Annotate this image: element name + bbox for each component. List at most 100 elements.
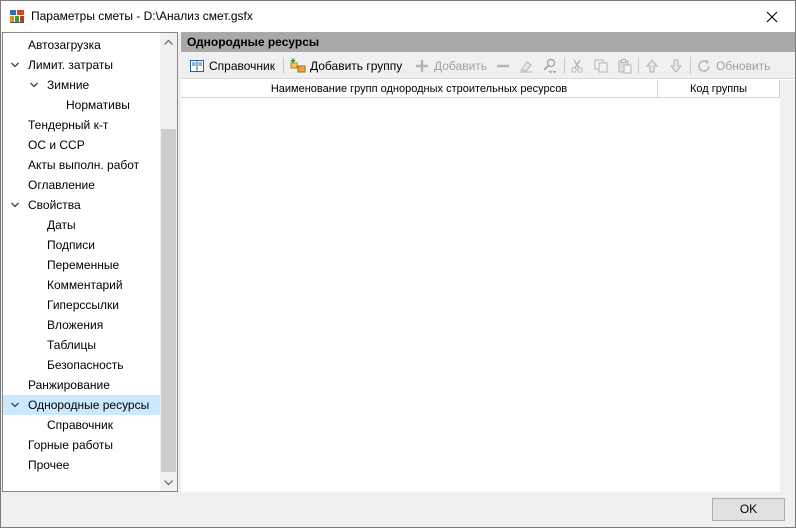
tree-item[interactable]: Горные работы xyxy=(3,435,160,455)
toolbar-separator xyxy=(564,57,565,74)
refresh-button-label: Обновить xyxy=(716,58,771,73)
tree-item-label: Прочее xyxy=(28,458,70,472)
tree-item-label: Акты выполн. работ xyxy=(28,158,140,172)
tree-item[interactable]: Безопасность xyxy=(3,355,160,375)
delete-button[interactable] xyxy=(495,55,511,76)
add-group-button-label: Добавить группу xyxy=(310,58,403,73)
grid-scrollbar[interactable] xyxy=(780,80,795,492)
tree-item[interactable]: ОС и ССР xyxy=(3,135,160,155)
chevron-down-icon[interactable] xyxy=(10,200,20,210)
chevron-down-icon[interactable] xyxy=(29,80,39,90)
close-button[interactable] xyxy=(749,1,795,32)
tree-item[interactable]: Таблицы xyxy=(3,335,160,355)
toolbar-separator xyxy=(283,57,284,74)
tree-item[interactable]: Подписи xyxy=(3,235,160,255)
resources-panel: Однородные ресурсы Справочник Добавить г… xyxy=(181,32,795,492)
move-up-button[interactable] xyxy=(644,55,660,76)
dialog-footer: OK xyxy=(1,492,795,527)
reference-button-label: Справочник xyxy=(209,58,275,73)
add-group-button[interactable]: Добавить группу xyxy=(290,55,402,76)
tree-item[interactable]: Даты xyxy=(3,215,160,235)
tree-item-label: ОС и ССР xyxy=(28,138,85,152)
tree-item[interactable]: Лимит. затраты xyxy=(3,55,160,75)
reference-button[interactable]: Справочник xyxy=(189,55,275,76)
scroll-thumb[interactable] xyxy=(161,129,176,472)
tree-item-label: Подписи xyxy=(47,238,95,252)
refresh-button[interactable]: Обновить xyxy=(696,55,770,76)
grid-header: Наименование групп однородных строительн… xyxy=(181,80,780,98)
copy-button[interactable] xyxy=(593,55,609,76)
tree-item[interactable]: Однородные ресурсы xyxy=(3,395,160,415)
tree-item-label: Безопасность xyxy=(47,358,124,372)
dialog-window: Параметры сметы - D:\Анализ смет.gsfx Ав… xyxy=(0,0,796,528)
tree-item-label: Вложения xyxy=(47,318,104,332)
cut-button[interactable] xyxy=(569,55,585,76)
tree-item-label: Даты xyxy=(47,218,76,232)
tree-item-label: Лимит. затраты xyxy=(28,58,113,72)
tree-item[interactable]: Гиперссылки xyxy=(3,295,160,315)
chevron-down-icon[interactable] xyxy=(10,400,20,410)
tree-item[interactable]: Нормативы xyxy=(3,95,160,115)
copy-icon xyxy=(594,59,608,72)
tree-item[interactable]: Свойства xyxy=(3,195,160,215)
chevron-up-icon xyxy=(164,39,173,45)
arrow-down-icon xyxy=(669,59,683,73)
tree-item-label: Комментарий xyxy=(47,278,123,292)
minus-icon xyxy=(497,64,509,67)
window-title: Параметры сметы - D:\Анализ смет.gsfx xyxy=(31,9,253,23)
tree-item[interactable]: Вложения xyxy=(3,315,160,335)
tree-item[interactable]: Оглавление xyxy=(3,175,160,195)
title-bar: Параметры сметы - D:\Анализ смет.gsfx xyxy=(1,1,795,32)
tree-item-label: Однородные ресурсы xyxy=(28,398,150,412)
column-header-code[interactable]: Код группы xyxy=(658,80,780,98)
settings-tree[interactable]: Автозагрузка Лимит. затраты Зимние Норматив… xyxy=(2,32,178,492)
panel-title: Однородные ресурсы xyxy=(181,32,795,52)
tree-item-label: Тендерный к-т xyxy=(28,118,109,132)
clear-button[interactable] xyxy=(518,55,534,76)
tree-item-label: Автозагрузка xyxy=(28,38,101,52)
grid-body[interactable] xyxy=(181,98,780,492)
tree-item[interactable]: Комментарий xyxy=(3,275,160,295)
find-replace-icon xyxy=(543,58,557,73)
toolbar: Справочник Добавить группу Добавить Обно… xyxy=(181,52,795,79)
tree-item-label: Свойства xyxy=(28,198,81,212)
refresh-icon xyxy=(698,59,710,72)
tree-item[interactable]: Ранжирование xyxy=(3,375,160,395)
tree-item[interactable]: Справочник xyxy=(3,415,160,435)
replace-button[interactable] xyxy=(542,55,558,76)
toolbar-separator xyxy=(690,57,691,74)
add-button[interactable]: Добавить xyxy=(414,55,487,76)
plus-icon xyxy=(416,59,428,72)
arrow-up-icon xyxy=(645,58,659,72)
tree-item-label: Нормативы xyxy=(66,98,130,112)
tree-item-label: Ранжирование xyxy=(28,378,110,392)
book-icon xyxy=(190,59,204,72)
paste-button[interactable] xyxy=(617,55,633,76)
chevron-down-icon[interactable] xyxy=(10,60,20,70)
tree-item-label: Переменные xyxy=(47,258,120,272)
paste-icon xyxy=(618,58,632,73)
tree-item[interactable]: Тендерный к-т xyxy=(3,115,160,135)
add-button-label: Добавить xyxy=(434,58,488,73)
tree-item-label: Гиперссылки xyxy=(47,298,119,312)
tree-item[interactable]: Автозагрузка xyxy=(3,35,160,55)
toolbar-separator xyxy=(638,57,639,74)
eraser-icon xyxy=(520,60,532,72)
tree-item-label: Таблицы xyxy=(47,338,97,352)
scroll-up-arrow[interactable] xyxy=(160,33,177,50)
tree-scrollbar[interactable] xyxy=(160,33,177,491)
tree-item-label: Оглавление xyxy=(28,178,95,192)
tree-item[interactable]: Переменные xyxy=(3,255,160,275)
move-down-button[interactable] xyxy=(668,55,684,76)
tree-item-label: Справочник xyxy=(47,418,113,432)
tree-item[interactable]: Прочее xyxy=(3,455,160,475)
column-header-name[interactable]: Наименование групп однородных строительн… xyxy=(181,80,658,98)
add-group-icon xyxy=(290,58,306,72)
ok-button[interactable]: OK xyxy=(712,498,785,521)
tree-item-label: Зимние xyxy=(47,78,90,92)
tree-item[interactable]: Акты выполн. работ xyxy=(3,155,160,175)
app-icon xyxy=(10,9,24,23)
close-icon xyxy=(766,11,778,22)
scroll-down-arrow[interactable] xyxy=(160,474,177,491)
tree-item[interactable]: Зимние xyxy=(3,75,160,95)
